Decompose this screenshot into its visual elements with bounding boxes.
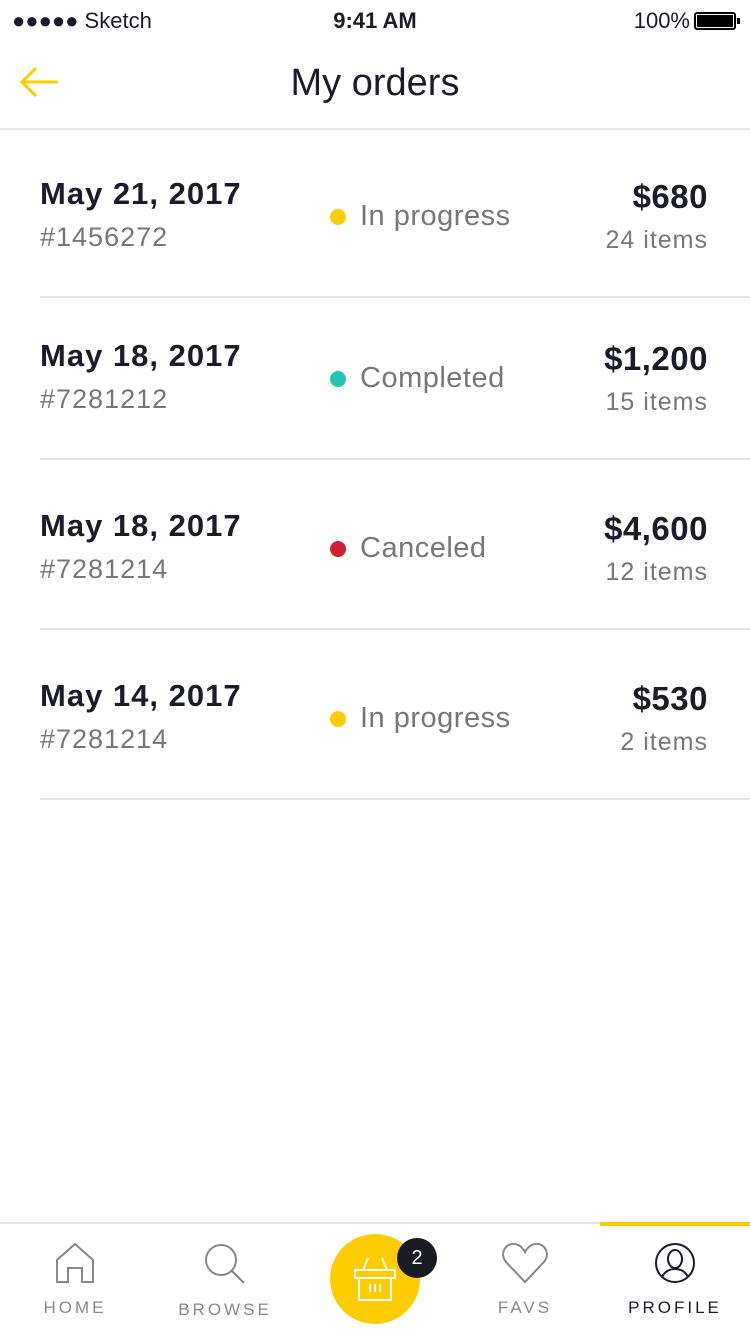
status-label: Completed: [360, 362, 505, 394]
search-icon: [205, 1244, 245, 1284]
profile-icon: [655, 1243, 695, 1283]
status-label: In progress: [360, 200, 511, 232]
order-status: Canceled: [330, 532, 487, 565]
tab-label: BROWSE: [178, 1300, 272, 1319]
cart-count-badge: 2: [397, 1238, 437, 1278]
status-dot-icon: [330, 540, 346, 557]
order-items: 12 items: [605, 558, 708, 586]
home-icon: [56, 1242, 94, 1283]
order-status: Completed: [330, 362, 505, 395]
order-date: May 21, 2017: [40, 176, 242, 211]
order-items: 2 items: [620, 728, 708, 756]
tab-browse[interactable]: BROWSE: [150, 1224, 300, 1336]
status-label: In progress: [360, 702, 511, 734]
order-status: In progress: [330, 200, 511, 233]
tab-home[interactable]: HOME: [0, 1224, 150, 1336]
status-dot-icon: [330, 208, 346, 225]
order-number: #7281212: [40, 384, 169, 414]
order-date: May 18, 2017: [40, 508, 242, 543]
order-number: #7281214: [40, 554, 169, 584]
order-date: May 14, 2017: [40, 678, 242, 713]
order-price: $4,600: [604, 510, 708, 547]
order-row[interactable]: May 21, 2017 #1456272 In progress $680 2…: [40, 130, 750, 298]
order-price: $680: [632, 178, 708, 215]
tab-bar: HOME BROWSE 2 FAVS PROFILE: [0, 1222, 750, 1334]
order-items: 24 items: [605, 226, 708, 254]
tab-label: FAVS: [497, 1298, 553, 1317]
order-date: May 18, 2017: [40, 338, 242, 373]
tab-profile[interactable]: PROFILE: [600, 1222, 750, 1336]
tab-label: PROFILE: [628, 1298, 722, 1317]
order-number: #7281214: [40, 724, 169, 754]
order-number: #1456272: [40, 222, 169, 252]
status-dot-icon: [330, 710, 346, 727]
order-row[interactable]: May 18, 2017 #7281212 Completed $1,200 1…: [40, 298, 750, 460]
tab-favs[interactable]: FAVS: [450, 1224, 600, 1336]
battery-percent: 100%: [633, 8, 690, 33]
order-items: 15 items: [605, 388, 708, 416]
status-label: Canceled: [360, 532, 487, 564]
nav-bar: My orders: [0, 40, 750, 130]
basket-icon: [354, 1257, 396, 1301]
order-row[interactable]: May 18, 2017 #7281214 Canceled $4,600 12…: [40, 460, 750, 630]
order-price: $530: [632, 680, 708, 717]
tab-label: HOME: [43, 1298, 107, 1317]
order-price: $1,200: [604, 340, 708, 377]
page-title: My orders: [290, 62, 460, 104]
battery-icon: [694, 12, 740, 30]
status-bar: ●●●●● Sketch 9:41 AM 100%: [0, 0, 750, 40]
heart-icon: [502, 1242, 548, 1284]
order-status: In progress: [330, 702, 511, 735]
status-dot-icon: [330, 370, 346, 387]
order-row[interactable]: May 14, 2017 #7281214 In progress $530 2…: [40, 630, 750, 800]
